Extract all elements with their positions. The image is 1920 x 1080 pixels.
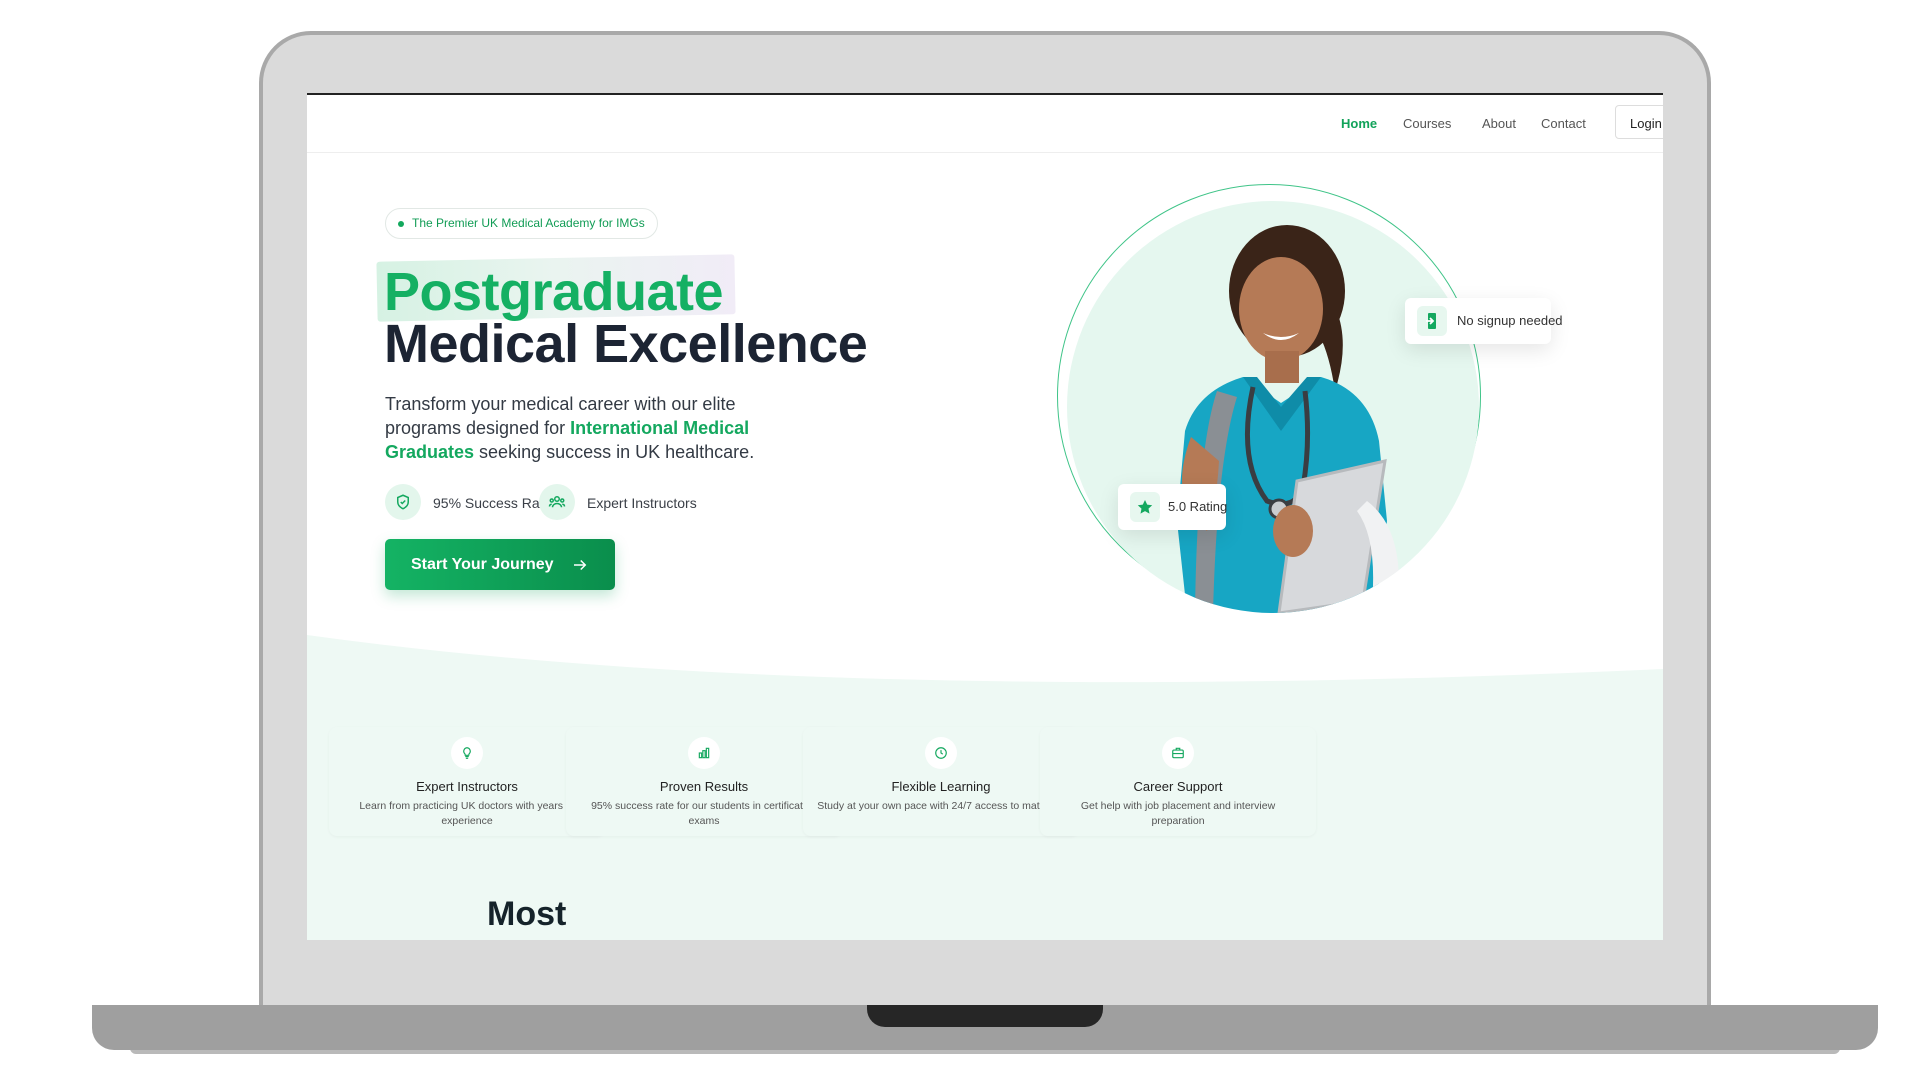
- start-journey-label: Start Your Journey: [411, 556, 554, 573]
- star-icon: [1130, 492, 1160, 522]
- hero-image-circle: [1067, 201, 1479, 613]
- feature-card-title: Career Support: [1133, 779, 1223, 794]
- feature-card-title: Expert Instructors: [416, 779, 518, 794]
- hero-description: Transform your medical career with our e…: [385, 392, 805, 464]
- nav-about-link[interactable]: About: [1482, 116, 1516, 131]
- rating-text: 5.0 Rating: [1168, 499, 1228, 514]
- tagline-pill: The Premier UK Medical Academy for IMGs: [385, 208, 658, 239]
- feature-success-rate: 95% Success Rate: [385, 484, 551, 522]
- feature-expert-instructors: Expert Instructors: [539, 484, 697, 522]
- section-wave: [307, 635, 1663, 715]
- feature-expert-instructors-label: Expert Instructors: [587, 495, 697, 511]
- briefcase-icon: [1162, 737, 1194, 769]
- login-door-icon: [1417, 306, 1447, 336]
- feature-card-instructors: Expert Instructors Learn from practicing…: [329, 727, 605, 836]
- pill-dot-icon: [398, 221, 404, 227]
- feature-card-title: Proven Results: [659, 779, 749, 794]
- top-navigation: Home Courses About Contact Login: [307, 95, 1663, 153]
- rating-badge: 5.0 Rating: [1118, 484, 1228, 530]
- doctor-photo: [1177, 225, 1399, 613]
- feature-card-results: Proven Results 95% success rate for our …: [566, 727, 842, 836]
- bar-chart-icon: [688, 737, 720, 769]
- start-journey-button[interactable]: Start Your Journey: [385, 539, 615, 590]
- website-screen: Home Courses About Contact Login The Pre…: [307, 93, 1663, 940]
- arrow-right-icon: [574, 559, 587, 571]
- lightbulb-icon: [451, 737, 483, 769]
- nav-contact-link[interactable]: Contact: [1541, 116, 1586, 131]
- nav-home-link[interactable]: Home: [1341, 116, 1377, 131]
- feature-card-flexible: Flexible Learning Study at your own pace…: [803, 727, 1079, 836]
- users-icon: [539, 484, 575, 520]
- section-heading: Most: [487, 895, 567, 933]
- laptop-notch: [867, 1005, 1103, 1027]
- feature-card-desc: Get help with job placement and intervie…: [1080, 800, 1276, 827]
- feature-card-desc: Learn from practicing UK doctors with ye…: [359, 800, 575, 827]
- feature-success-rate-label: 95% Success Rate: [433, 495, 552, 511]
- clock-icon: [925, 737, 957, 769]
- hero-description-tail: seeking success in UK healthcare.: [474, 442, 755, 462]
- no-signup-text: No signup needed: [1457, 313, 1563, 328]
- feature-card-desc: 95% success rate for our students in cer…: [591, 800, 817, 827]
- feature-card-career: Career Support Get help with job placeme…: [1040, 727, 1316, 836]
- no-signup-badge: No signup needed: [1405, 298, 1563, 344]
- feature-card-title: Flexible Learning: [891, 779, 991, 794]
- device-mockup: Home Courses About Contact Login The Pre…: [0, 0, 1920, 1080]
- hero-title-line2: Medical Excellence: [384, 314, 868, 374]
- feature-card-desc: Study at your own pace with 24/7 access …: [817, 800, 1065, 812]
- tagline-text: The Premier UK Medical Academy for IMGs: [412, 216, 645, 230]
- nav-courses-link[interactable]: Courses: [1403, 116, 1451, 131]
- login-button[interactable]: Login: [1615, 105, 1663, 139]
- shield-check-icon: [385, 484, 421, 520]
